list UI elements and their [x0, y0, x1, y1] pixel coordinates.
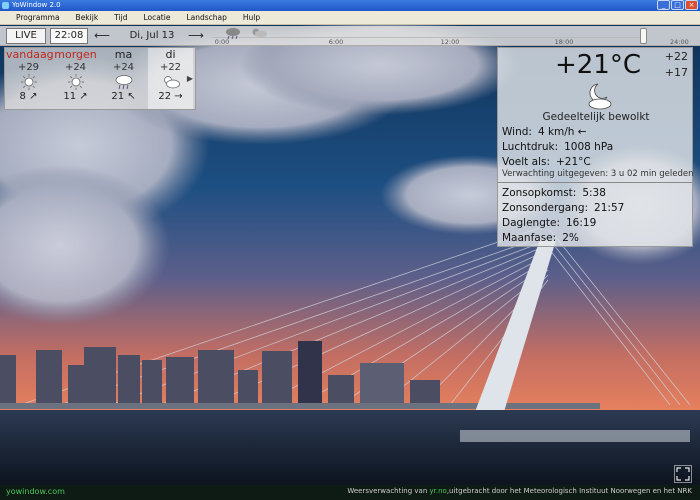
- pressure-label: Luchtdruk:: [502, 141, 559, 153]
- sunset-value: 21:57: [594, 202, 625, 214]
- day-high: +29: [17, 62, 40, 73]
- menu-hulp[interactable]: Hulp: [235, 11, 268, 24]
- bridge-deck: [0, 403, 600, 409]
- tick-24: 24:00: [670, 38, 689, 46]
- tick-0: 0:00: [214, 38, 230, 46]
- close-button[interactable]: ×: [685, 0, 698, 10]
- app-icon: [2, 2, 9, 9]
- window-title: YoWindow 2.0: [12, 1, 61, 9]
- tick-18: 18:00: [554, 38, 574, 46]
- moon-phase-value: 2%: [562, 232, 579, 244]
- sunrise-row: Zonsopkomst: 5:38: [502, 187, 606, 200]
- wind-label: Wind:: [502, 126, 532, 138]
- expand-icon: [676, 467, 690, 481]
- menu-tijd[interactable]: Tijd: [106, 11, 135, 24]
- pressure-row: Luchtdruk: 1008 hPa: [502, 141, 613, 154]
- day-name: di: [165, 48, 176, 61]
- menu-bar: Programma Bekijk Tijd Locatie Landschap …: [0, 11, 700, 25]
- day-length-label: Daglengte:: [502, 217, 560, 229]
- river: [0, 410, 700, 485]
- date-display: Di, Jul 13: [129, 30, 175, 41]
- sun-icon: [53, 73, 98, 91]
- moon-phase-label: Maanfase:: [502, 232, 557, 244]
- status-bar: yowindow.com Weersverwachting van yr.no,…: [0, 485, 700, 500]
- forecast-day-monday[interactable]: ma +24 21 ↖: [101, 48, 146, 109]
- forecast-panel: vandaag +29 8 ↗ morgen +24 11 ↗ ma +24 2…: [4, 47, 196, 110]
- day-name: morgen: [54, 48, 97, 61]
- day-name: ma: [114, 48, 133, 61]
- sunrise-label: Zonsopkomst:: [502, 187, 577, 199]
- feels-like-label: Voelt als:: [502, 156, 550, 168]
- fullscreen-button[interactable]: [674, 465, 692, 483]
- next-day-button[interactable]: ⟶: [186, 29, 206, 43]
- previous-day-button[interactable]: ⟵: [92, 29, 112, 43]
- maximize-button[interactable]: □: [671, 0, 684, 10]
- wind-arrow-icon: ↗: [79, 91, 88, 102]
- day-length-value: 16:19: [566, 217, 597, 229]
- sunset-label: Zonsondergang:: [502, 202, 589, 214]
- feels-like-row: Voelt als: +21°C: [502, 156, 591, 169]
- time-display[interactable]: 22:08: [50, 28, 88, 44]
- day-high: +24: [112, 62, 135, 73]
- time-slider-handle[interactable]: [640, 28, 647, 44]
- menu-locatie[interactable]: Locatie: [135, 11, 178, 24]
- day-length-row: Daglengte: 16:19: [502, 217, 596, 230]
- pressure-value: 1008 hPa: [564, 141, 614, 153]
- more-days-button[interactable]: ▶: [187, 74, 193, 83]
- rain-cloud-icon: [101, 73, 146, 91]
- panel-divider: [498, 182, 692, 183]
- title-bar: YoWindow 2.0 _ □ ×: [0, 0, 700, 11]
- wind-row: Wind: 4 km/h ←: [502, 126, 587, 139]
- forecast-credit: Weersverwachting van yr.no,uitgebracht d…: [347, 487, 692, 495]
- condition-text: Gedeeltelijk bewolkt: [542, 111, 650, 123]
- moon-cloud-icon: [580, 82, 614, 110]
- wind-arrow-icon: ↗: [29, 91, 38, 102]
- menu-landschap[interactable]: Landschap: [178, 11, 234, 24]
- moon-phase-row: Maanfase: 2%: [502, 232, 579, 245]
- day-name: vandaag: [6, 48, 54, 61]
- day-low: 21: [111, 91, 125, 102]
- time-slider[interactable]: 0:00 6:00 12:00 18:00: [212, 27, 642, 46]
- live-button[interactable]: LIVE: [6, 28, 46, 44]
- tick-12: 12:00: [440, 38, 460, 46]
- sunrise-value: 5:38: [582, 187, 606, 199]
- day-high: +24: [64, 62, 87, 73]
- top-toolbar: LIVE 22:08 ⟵ Di, Jul 13 ⟶ 0:00 6:00 12:0…: [0, 26, 700, 46]
- day-high: +22: [159, 62, 182, 73]
- feels-like-value: +21°C: [555, 156, 591, 168]
- current-temperature: +21°C: [554, 50, 642, 80]
- today-high: +22: [664, 50, 688, 63]
- menu-programma[interactable]: Programma: [8, 11, 68, 24]
- tick-6: 6:00: [328, 38, 344, 46]
- brand-link[interactable]: yowindow.com: [6, 487, 65, 496]
- sun-icon: [6, 73, 51, 91]
- menu-bekijk[interactable]: Bekijk: [68, 11, 107, 24]
- forecast-day-tomorrow[interactable]: morgen +24 11 ↗: [53, 48, 98, 109]
- current-conditions-panel: +21°C +22 +17 Gedeeltelijk bewolkt Wind:…: [497, 47, 694, 247]
- wind-arrow-icon: ↖: [127, 91, 136, 102]
- sunset-row: Zonsondergang: 21:57: [502, 202, 624, 215]
- today-low: +17: [664, 66, 688, 79]
- window-controls: _ □ ×: [657, 0, 698, 10]
- day-low: 22: [158, 91, 172, 102]
- source-link[interactable]: yr.no: [430, 487, 447, 495]
- partly-cloudy-icon: [250, 27, 268, 42]
- forecast-day-today[interactable]: vandaag +29 8 ↗: [6, 48, 54, 109]
- forecast-issued: Verwachting uitgegeven: 3 u 02 min geled…: [502, 169, 694, 179]
- wind-value: 4 km/h ←: [537, 126, 587, 138]
- day-low: 11: [63, 91, 77, 102]
- day-low: 8: [19, 91, 26, 102]
- minimize-button[interactable]: _: [657, 0, 670, 10]
- wind-arrow-icon: →: [174, 91, 183, 102]
